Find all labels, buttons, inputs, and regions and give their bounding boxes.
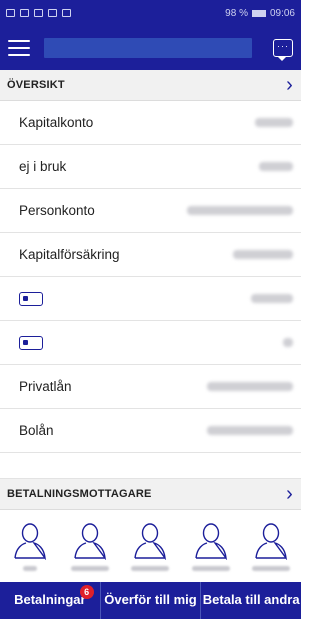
overview-title: ÖVERSIKT: [7, 79, 65, 91]
redacted-payee-name: [71, 566, 110, 571]
account-label: ej i bruk: [19, 159, 67, 174]
redacted-payee-name: [23, 566, 38, 571]
payees-title: BETALNINGSMOTTAGARE: [7, 488, 152, 500]
card-icon: [19, 291, 43, 306]
battery-icon: [251, 9, 266, 17]
tab-payments[interactable]: Betalningar 6: [0, 582, 101, 619]
main-content: ÖVERSIKT › Kapitalkonto ej i bruk Person…: [0, 70, 301, 582]
status-bar: 98 % 09:06: [0, 0, 301, 26]
account-row-bolan[interactable]: Bolån: [0, 409, 301, 453]
card-icon: [19, 335, 43, 350]
payee-item[interactable]: [124, 522, 176, 571]
redacted-payee-name: [191, 566, 230, 571]
payee-item[interactable]: [245, 522, 297, 571]
redacted-balance: [207, 382, 293, 391]
redacted-balance: [255, 118, 293, 127]
account-row-card-1[interactable]: [0, 277, 301, 321]
mail-icon: [62, 9, 71, 17]
tab-pay-others[interactable]: Betala till andra: [201, 582, 301, 619]
redacted-payee-name: [131, 566, 170, 571]
redacted-title: [44, 38, 252, 58]
payee-item[interactable]: [64, 522, 116, 571]
payees-header[interactable]: BETALNINGSMOTTAGARE ›: [0, 479, 301, 510]
account-label: Personkonto: [19, 203, 95, 218]
person-outline-icon: [74, 523, 107, 560]
account-row-ej-i-bruk[interactable]: ej i bruk: [0, 145, 301, 189]
hamburger-icon[interactable]: [8, 40, 30, 56]
redacted-balance: [207, 426, 293, 435]
account-label: Privatlån: [19, 379, 72, 394]
app-bar: ···: [0, 26, 301, 70]
account-row-personkonto[interactable]: Personkonto: [0, 189, 301, 233]
redacted-balance: [187, 206, 293, 215]
tab-transfer-to-me[interactable]: Överför till mig: [101, 582, 202, 619]
account-row-kapitalforsakring[interactable]: Kapitalförsäkring: [0, 233, 301, 277]
redacted-balance: [251, 294, 293, 303]
list-cutoff: [0, 453, 301, 479]
account-label: Kapitalkonto: [19, 115, 94, 130]
bottom-nav: Betalningar 6 Överför till mig Betala ti…: [0, 582, 301, 619]
notification-icon: [6, 9, 15, 17]
chevron-right-icon: ›: [286, 74, 293, 96]
notification-badge: 6: [79, 585, 94, 599]
status-icons: [6, 9, 71, 17]
tab-transfer-label: Överför till mig: [104, 592, 197, 608]
person-outline-icon: [134, 523, 167, 560]
overview-header[interactable]: ÖVERSIKT ›: [0, 70, 301, 101]
person-outline-icon: [255, 523, 287, 560]
person-outline-icon: [14, 523, 46, 560]
tab-payments-label: Betalningar: [14, 592, 86, 608]
battery-percent: 98 %: [225, 7, 248, 19]
account-row-kapitalkonto[interactable]: Kapitalkonto: [0, 101, 301, 145]
account-row-privatlan[interactable]: Privatlån: [0, 365, 301, 409]
payee-carousel[interactable]: [0, 510, 301, 582]
account-label: Kapitalförsäkring: [19, 247, 120, 262]
wifi-icon: [34, 9, 43, 17]
payee-item[interactable]: [4, 522, 56, 571]
redacted-balance: [233, 250, 293, 259]
redacted-balance: [283, 338, 293, 347]
chevron-right-icon: ›: [286, 483, 293, 505]
account-row-card-2[interactable]: [0, 321, 301, 365]
payee-item[interactable]: [185, 522, 237, 571]
clock: 09:06: [269, 7, 295, 19]
person-outline-icon: [194, 523, 227, 560]
app-icon: [48, 9, 57, 17]
redacted-payee-name: [251, 566, 290, 571]
account-label: Bolån: [19, 423, 54, 438]
tab-pay-others-label: Betala till andra: [202, 592, 300, 608]
signal-icon: [20, 9, 29, 17]
redacted-balance: [259, 162, 293, 171]
chat-icon[interactable]: ···: [273, 39, 293, 61]
